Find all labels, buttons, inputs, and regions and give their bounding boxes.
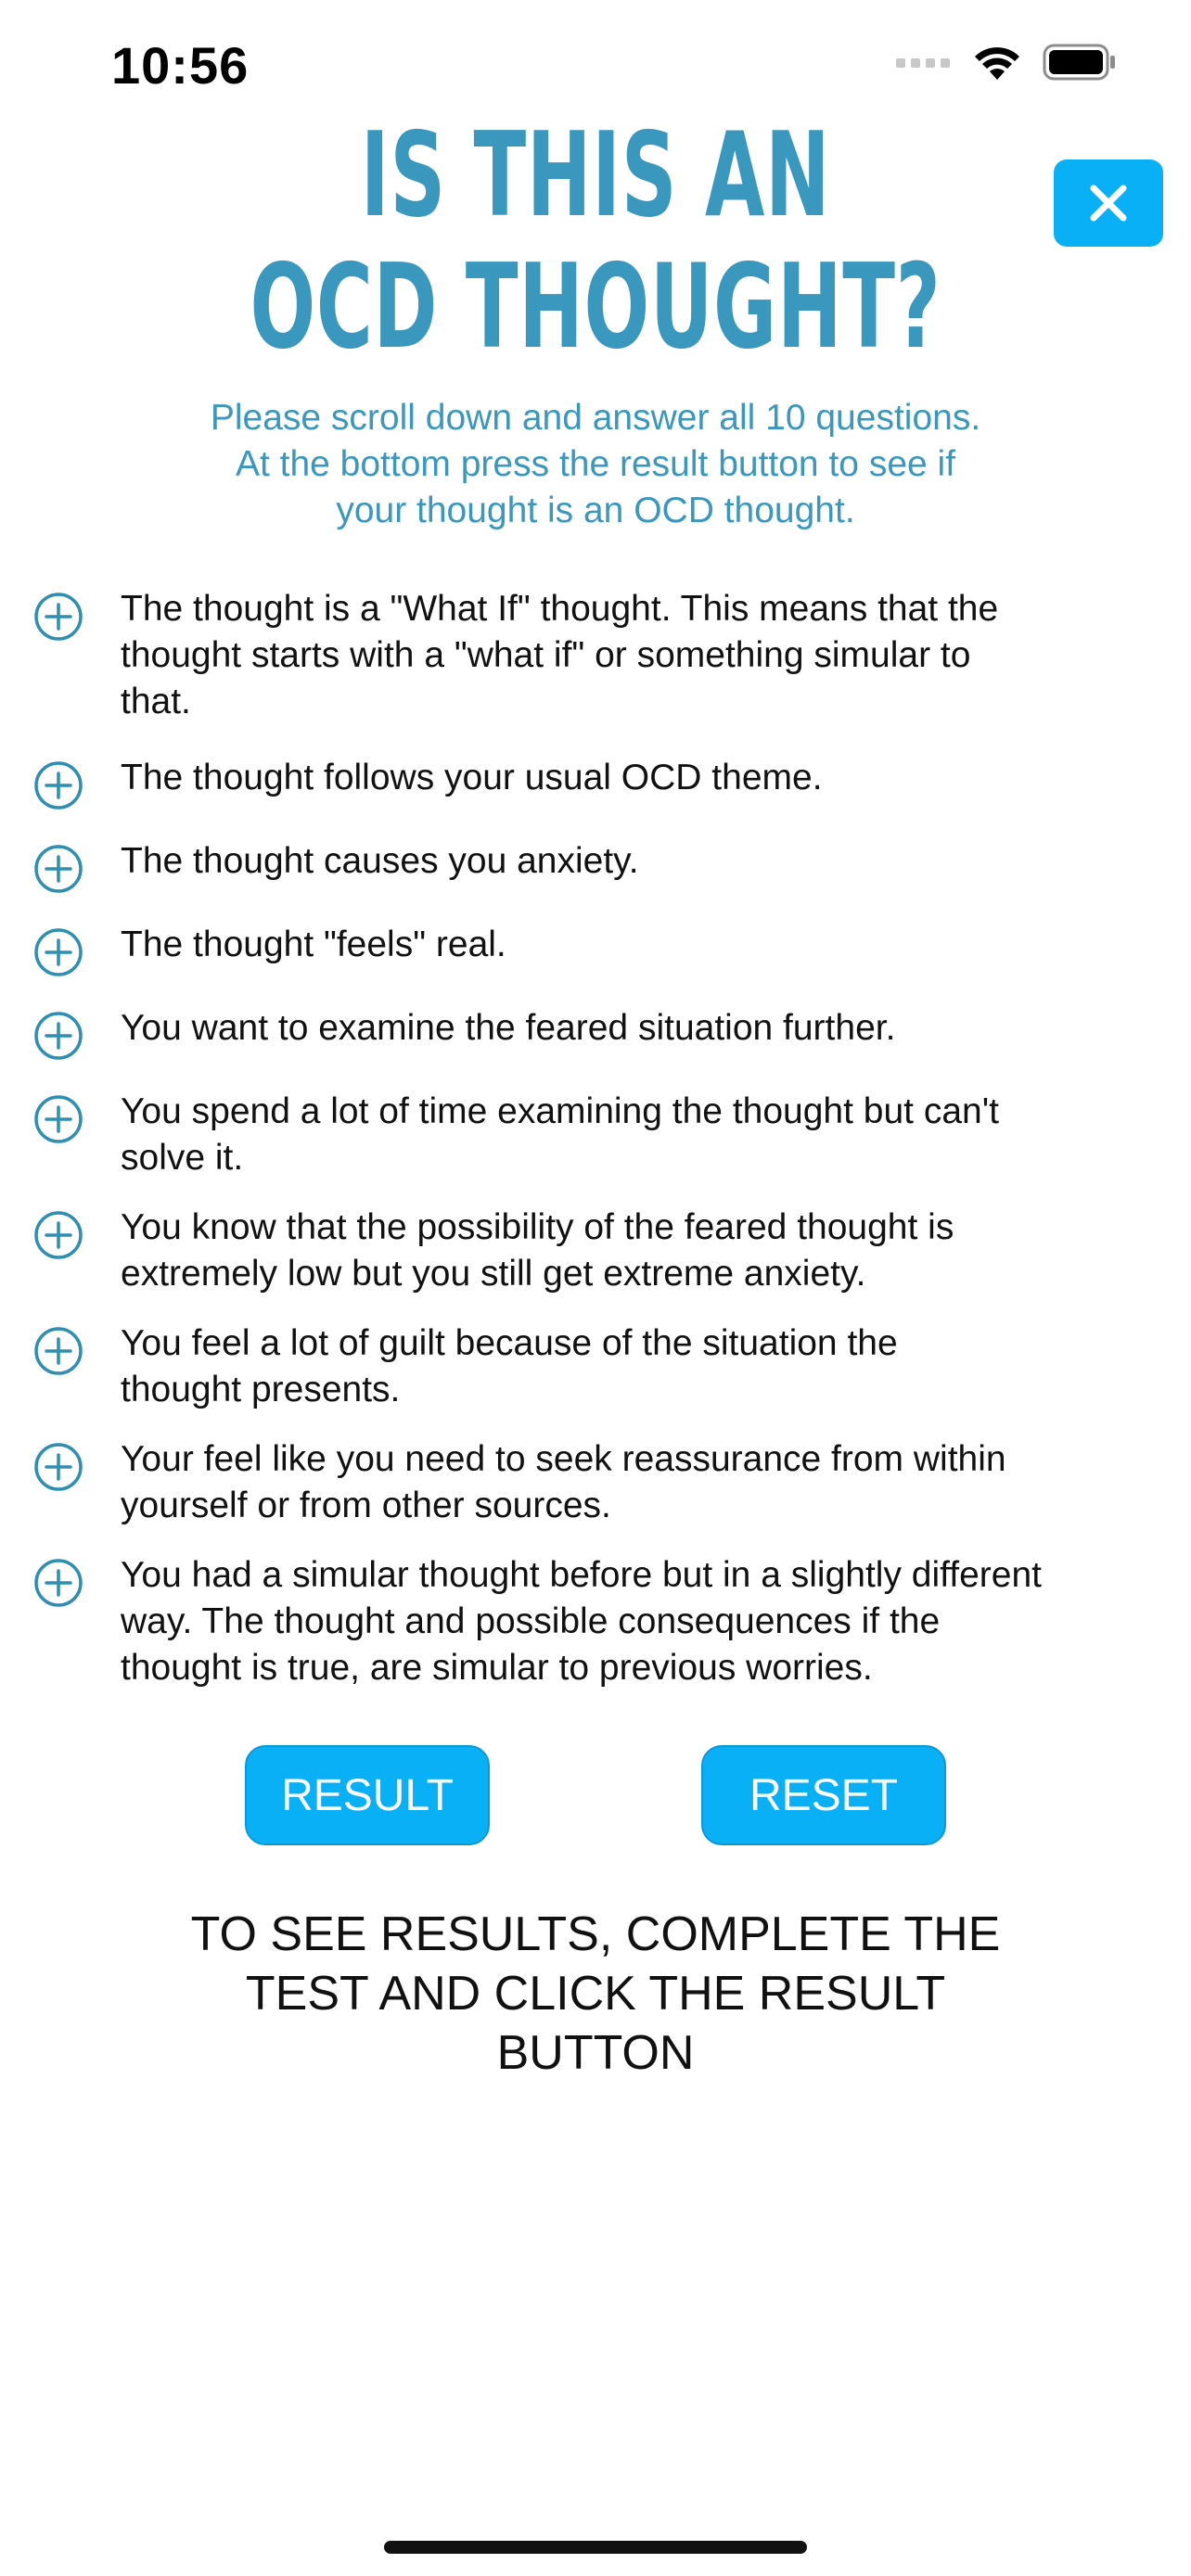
wifi-icon: [975, 47, 1019, 80]
close-icon: [1090, 185, 1127, 222]
question-text: The thought is a "What If" thought. This…: [121, 589, 999, 721]
plus-circle-icon[interactable]: [33, 1011, 83, 1061]
instructions-line-1: Please scroll down and answer all 10 que…: [210, 398, 981, 438]
plus-circle-icon[interactable]: [33, 1558, 83, 1608]
result-message: TO SEE RESULTS, COMPLETE THE TEST AND CL…: [148, 1905, 1043, 2083]
plus-circle-icon[interactable]: [33, 1094, 83, 1144]
plus-circle-icon[interactable]: [33, 1442, 83, 1492]
title-line-2: OCD THOUGHT?: [250, 238, 941, 375]
home-indicator[interactable]: [384, 2541, 807, 2554]
question-text: You had a simular thought before but in …: [121, 1555, 1042, 1688]
page-title: IS THIS AN OCD THOUGHT?: [202, 109, 988, 373]
result-message-line-1: TO SEE RESULTS, COMPLETE THE: [190, 1907, 1001, 1961]
question-text: You spend a lot of time examining the th…: [121, 1091, 999, 1178]
reset-button[interactable]: RESET: [701, 1745, 946, 1845]
instructions-line-2: At the bottom press the result button to…: [235, 444, 956, 484]
question-text: The thought follows your usual OCD theme…: [121, 758, 823, 797]
result-message-line-3: BUTTON: [496, 2026, 695, 2080]
battery-icon: [1043, 44, 1115, 81]
plus-circle-icon[interactable]: [33, 1210, 83, 1260]
question-text: The thought "feels" real.: [121, 925, 506, 964]
instructions-line-3: your thought is an OCD thought.: [336, 491, 855, 530]
plus-circle-icon[interactable]: [33, 592, 83, 642]
plus-circle-icon[interactable]: [33, 1326, 83, 1376]
question-text: You feel a lot of guilt because of the s…: [121, 1323, 898, 1409]
result-button[interactable]: RESULT: [245, 1745, 490, 1845]
status-time: 10:56: [111, 36, 250, 95]
question-text: You know that the possibility of the fea…: [121, 1207, 954, 1294]
question-text: The thought causes you anxiety.: [121, 841, 639, 881]
status-icons: [896, 43, 1117, 82]
question-text: You want to examine the feared situation…: [121, 1008, 896, 1048]
plus-circle-icon[interactable]: [33, 760, 83, 810]
cellular-signal-icon: [896, 58, 950, 68]
instructions-text: Please scroll down and answer all 10 que…: [111, 395, 1080, 534]
close-button[interactable]: [1054, 159, 1163, 247]
title-line-1: IS THIS AN: [360, 107, 831, 243]
question-text: Your feel like you need to seek reassura…: [121, 1439, 1006, 1525]
plus-circle-icon[interactable]: [33, 844, 83, 894]
plus-circle-icon[interactable]: [33, 927, 83, 977]
result-message-line-2: TEST AND CLICK THE RESULT: [245, 1967, 946, 2021]
